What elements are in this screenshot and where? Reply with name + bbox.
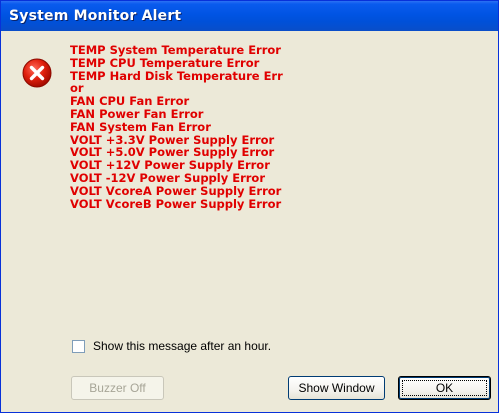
buzzer-off-button[interactable]: Buzzer Off [71,376,164,400]
show-later-option[interactable]: Show this message after an hour. [72,339,271,353]
window-title: System Monitor Alert [9,8,182,24]
error-message: VOLT VcoreB Power Supply Error [70,196,282,211]
title-bar[interactable]: System Monitor Alert [1,1,498,31]
error-message: TEMP Hard Disk Temperature Err [70,68,283,83]
alert-dialog: System Monitor Alert TEMP System Tempera… [0,0,499,413]
error-message: VOLT -12V Power Supply Error [70,170,266,185]
error-message: TEMP CPU Temperature Error [70,55,260,70]
focus-ring [402,380,487,396]
ok-button[interactable]: OK [398,376,491,400]
error-message-list: TEMP System Temperature Error TEMP CPU T… [70,44,310,210]
error-message: TEMP System Temperature Error [70,43,281,57]
error-message: FAN System Fan Error [70,119,211,134]
error-message: FAN Power Fan Error [70,106,204,121]
show-later-checkbox[interactable] [72,339,85,353]
show-later-label[interactable]: Show this message after an hour. [93,339,271,353]
error-icon [22,58,52,88]
error-message: VOLT VcoreA Power Supply Error [70,183,282,198]
show-window-button[interactable]: Show Window [288,376,385,400]
